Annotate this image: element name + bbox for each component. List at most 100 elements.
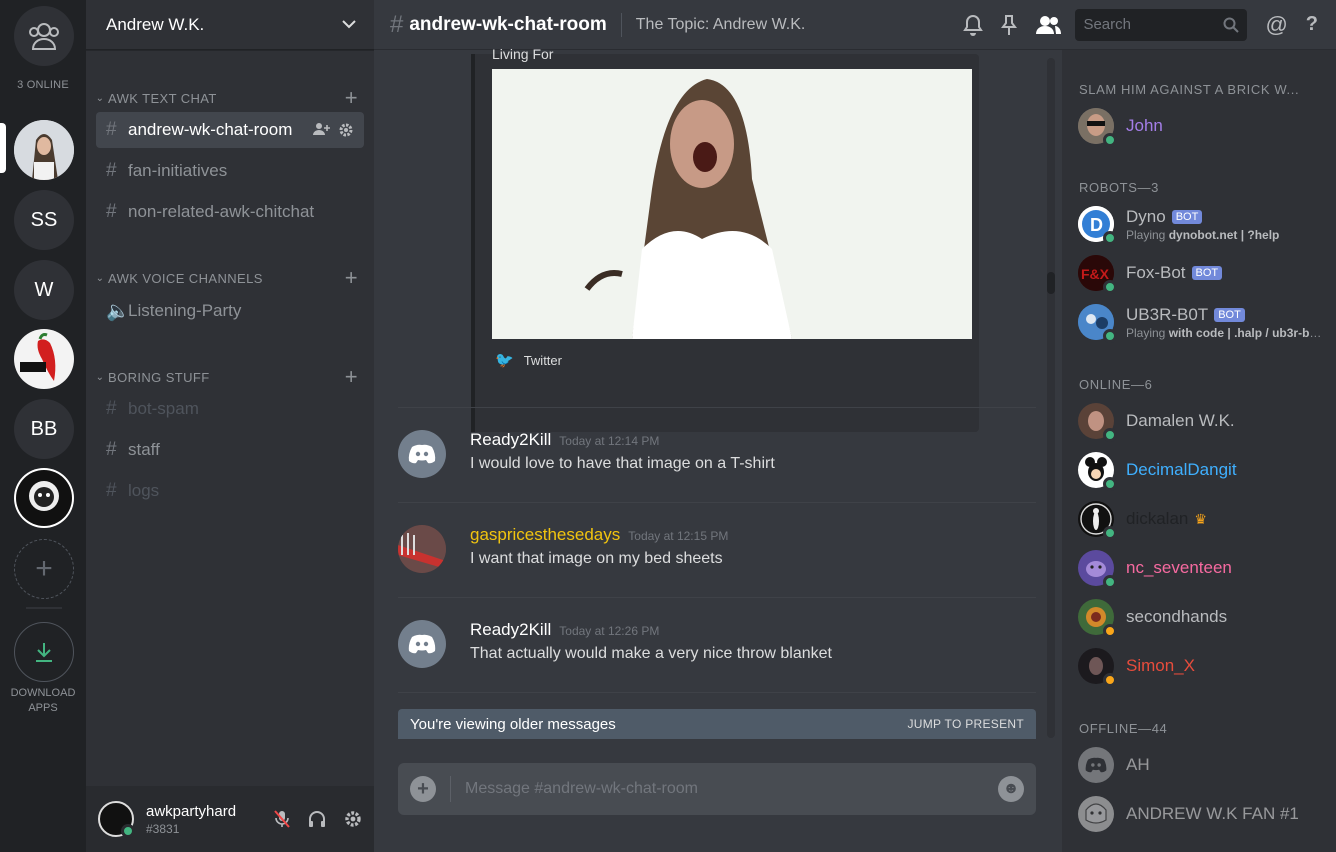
- help-icon[interactable]: ?: [1306, 13, 1318, 36]
- emoji-picker-icon[interactable]: ☻: [998, 776, 1024, 802]
- speaker-icon: 🔈: [106, 301, 130, 322]
- channel-topic[interactable]: The Topic: Andrew W.K.: [636, 16, 964, 34]
- guild-astronaut[interactable]: [14, 468, 74, 528]
- member-avatar: [1078, 599, 1117, 638]
- online-status-icon: [1103, 526, 1117, 540]
- channel-non-related-awk-chitchat[interactable]: # non-related-awk-chitchat: [96, 194, 364, 230]
- online-status-icon: [121, 824, 135, 838]
- message-author[interactable]: Ready2Kill: [470, 430, 551, 450]
- channel-logs[interactable]: # logs: [96, 473, 364, 509]
- chevron-down-icon: ⌄: [95, 371, 105, 383]
- add-server-button[interactable]: +: [14, 539, 74, 599]
- user-settings-gear-icon[interactable]: [344, 810, 362, 828]
- bell-icon[interactable]: [963, 14, 984, 36]
- channel-andrew-wk-chat-room[interactable]: # andrew-wk-chat-room: [96, 112, 364, 148]
- member-john[interactable]: John: [1078, 104, 1332, 148]
- member-name: secondhands: [1126, 607, 1228, 626]
- discord-default-avatar-icon[interactable]: [398, 620, 446, 668]
- mentions-icon[interactable]: @: [1265, 12, 1287, 38]
- online-count: 3 ONLINE: [17, 79, 69, 91]
- friends-home-button[interactable]: [14, 6, 74, 66]
- member-simon-x[interactable]: Simon_X: [1078, 644, 1332, 688]
- idle-status-icon: [1103, 673, 1117, 687]
- guild-name: Andrew W.K.: [106, 14, 205, 34]
- guild-header[interactable]: Andrew W.K.: [86, 0, 374, 50]
- message: gaspricesthesedays Today at 12:15 PM I w…: [398, 521, 1038, 591]
- guild-bb[interactable]: BB: [14, 399, 74, 459]
- add-channel-icon[interactable]: +: [345, 267, 358, 289]
- message-author[interactable]: Ready2Kill: [470, 620, 551, 640]
- message-input[interactable]: [465, 780, 998, 798]
- guild-andrew-wk[interactable]: [14, 120, 74, 180]
- user-avatar[interactable]: [98, 801, 135, 838]
- member-avatar: [1078, 452, 1117, 491]
- message-divider: [398, 692, 1036, 693]
- category-awk-voice-channels[interactable]: ⌄ AWK VOICE CHANNELS +: [92, 267, 358, 289]
- pin-icon[interactable]: [1001, 14, 1018, 36]
- channel-header: # andrew-wk-chat-room The Topic: Andrew …: [374, 0, 1336, 50]
- role-header-offline: OFFLINE—44: [1079, 721, 1168, 736]
- member-decimaldangit[interactable]: DecimalDangit: [1078, 448, 1332, 492]
- member-damalen[interactable]: Damalen W.K.: [1078, 399, 1332, 443]
- member-name: John: [1126, 116, 1163, 135]
- member-dyno[interactable]: D Dyno BOT Playing dynobot.net | ?help: [1078, 202, 1332, 246]
- message-scrollbar[interactable]: [1047, 58, 1055, 738]
- hash-icon: #: [106, 119, 117, 140]
- member-avatar: [1078, 648, 1117, 687]
- member-andrew-wk-fan-1[interactable]: ANDREW W.K FAN #1: [1078, 792, 1332, 836]
- online-status-icon: [1103, 575, 1117, 589]
- channel-bot-spam[interactable]: # bot-spam: [96, 391, 364, 427]
- username: awkpartyhard: [146, 802, 237, 820]
- embed-image[interactable]: [492, 69, 972, 339]
- member-nc-seventeen[interactable]: nc_seventeen: [1078, 546, 1332, 590]
- hash-icon: #: [106, 201, 117, 222]
- headphones-icon[interactable]: [308, 810, 326, 828]
- channel-name: andrew-wk-chat-room: [128, 120, 293, 139]
- message-author[interactable]: gaspricesthesedays: [470, 525, 620, 545]
- scrollbar-thumb[interactable]: [1047, 272, 1055, 294]
- download-apps-button[interactable]: [14, 622, 74, 682]
- guild-andrew-wk-avatar: [14, 120, 74, 180]
- member-fox-bot[interactable]: F&X Fox-Bot BOT: [1078, 251, 1332, 295]
- members-list-icon[interactable]: [1035, 15, 1062, 35]
- message-divider: [398, 407, 1036, 408]
- channel-fan-initiatives[interactable]: # fan-initiatives: [96, 153, 364, 189]
- message-divider: [398, 597, 1036, 598]
- guild-ghost-pepper[interactable]: [14, 329, 74, 389]
- jump-to-present-button[interactable]: JUMP TO PRESENT: [907, 717, 1024, 731]
- channel-staff[interactable]: # staff: [96, 432, 364, 468]
- download-apps-label: DOWNLOAD APPS: [0, 686, 86, 716]
- download-label-line2: APPS: [28, 702, 58, 714]
- member-activity: Playing dynobot.net | ?help: [1126, 228, 1326, 242]
- channel-name: staff: [128, 440, 160, 459]
- category-awk-text-chat[interactable]: ⌄ AWK TEXT CHAT +: [92, 87, 358, 109]
- guild-ss[interactable]: SS: [14, 190, 74, 250]
- add-channel-icon[interactable]: +: [345, 366, 358, 388]
- user-avatar[interactable]: [398, 525, 446, 573]
- member-dickalan[interactable]: dickalan ♛: [1078, 497, 1332, 541]
- member-secondhands[interactable]: secondhands: [1078, 595, 1332, 639]
- older-messages-bar[interactable]: You're viewing older messages JUMP TO PR…: [398, 709, 1036, 739]
- voice-channel-listening-party[interactable]: 🔈 Listening-Party: [96, 293, 364, 329]
- guild-w[interactable]: W: [14, 260, 74, 320]
- add-channel-icon[interactable]: +: [345, 87, 358, 109]
- discord-default-avatar-icon: [1078, 747, 1114, 783]
- embed-footer-text: Twitter: [523, 352, 562, 368]
- embed-photo: [492, 69, 972, 339]
- discord-default-avatar-icon[interactable]: [398, 430, 446, 478]
- bot-tag: BOT: [1214, 307, 1245, 322]
- channel-name: Listening-Party: [128, 301, 242, 320]
- category-boring-stuff[interactable]: ⌄ BORING STUFF +: [92, 366, 358, 388]
- channel-name: bot-spam: [128, 399, 199, 418]
- member-ah[interactable]: AH: [1078, 743, 1332, 787]
- message-content: I want that image on my bed sheets: [470, 550, 723, 567]
- search-box[interactable]: Search: [1075, 8, 1248, 41]
- member-ub3r-bot[interactable]: UB3R-B0T BOT Playing with code | .halp / …: [1078, 300, 1332, 344]
- embed-description: Living For: [492, 46, 554, 62]
- invite-icon[interactable]: [312, 122, 330, 136]
- friends-icon: [29, 23, 59, 50]
- upload-plus-icon[interactable]: +: [410, 776, 436, 802]
- gear-icon[interactable]: [338, 122, 354, 138]
- mute-mic-icon[interactable]: [274, 810, 290, 828]
- download-icon: [36, 643, 52, 662]
